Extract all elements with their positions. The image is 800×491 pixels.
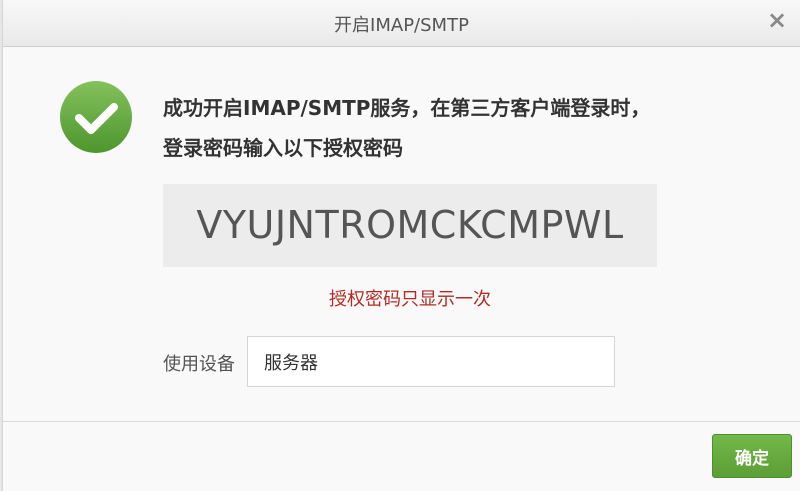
device-input[interactable] <box>247 336 615 387</box>
dialog-titlebar: 开启IMAP/SMTP × <box>3 0 800 47</box>
imap-smtp-dialog: 开启IMAP/SMTP × 成功开启IMAP/SMTP服务，在第三方客户端登录时… <box>2 0 800 491</box>
footer-divider <box>3 421 800 422</box>
checkmark-circle-icon <box>60 81 132 153</box>
success-message: 成功开启IMAP/SMTP服务，在第三方客户端登录时，登录密码输入以下授权密码 <box>163 96 651 160</box>
close-icon[interactable]: × <box>766 8 788 32</box>
device-label: 使用设备 <box>163 354 235 375</box>
dialog-title: 开启IMAP/SMTP <box>334 15 469 36</box>
one-time-notice: 授权密码只显示一次 <box>329 289 491 310</box>
ok-button[interactable]: 确定 <box>712 434 792 478</box>
authorization-code: VYUJNTROMCKCMPWL <box>163 184 657 267</box>
